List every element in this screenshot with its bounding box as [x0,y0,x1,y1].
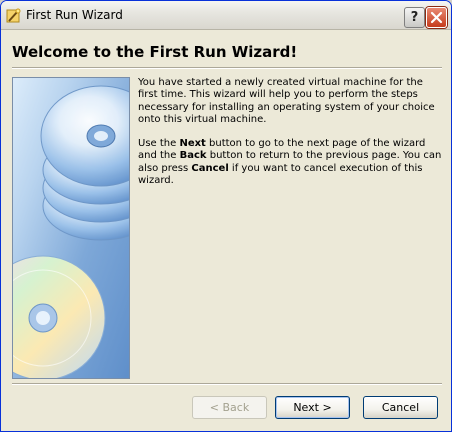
intro-paragraph: You have started a newly created virtual… [138,77,435,125]
wizard-icon [6,8,22,24]
first-run-wizard-window: First Run Wizard ? Welcome to the First … [0,0,452,432]
title-bar[interactable]: First Run Wizard ? [1,1,451,30]
instructions-paragraph: Use the Next button to go to the next pa… [138,138,442,187]
cancel-button[interactable]: Cancel [363,396,438,419]
wizard-description: You have started a newly created virtual… [138,77,443,199]
next-button[interactable]: Next > [275,396,350,419]
close-button[interactable] [426,7,447,28]
wizard-side-image [12,77,130,379]
page-title: Welcome to the First Run Wizard! [12,43,298,61]
back-button[interactable]: < Back [192,396,267,419]
bottom-divider [12,383,442,385]
discs-illustration [13,85,129,378]
cancel-keyword: Cancel [191,162,229,174]
window-title: First Run Wizard [26,8,123,22]
wizard-header: Welcome to the First Run Wizard! [1,31,451,67]
back-keyword: Back [179,150,207,162]
top-divider [12,67,442,69]
next-keyword: Next [179,138,206,150]
close-icon [430,11,443,24]
help-button[interactable]: ? [404,7,425,28]
